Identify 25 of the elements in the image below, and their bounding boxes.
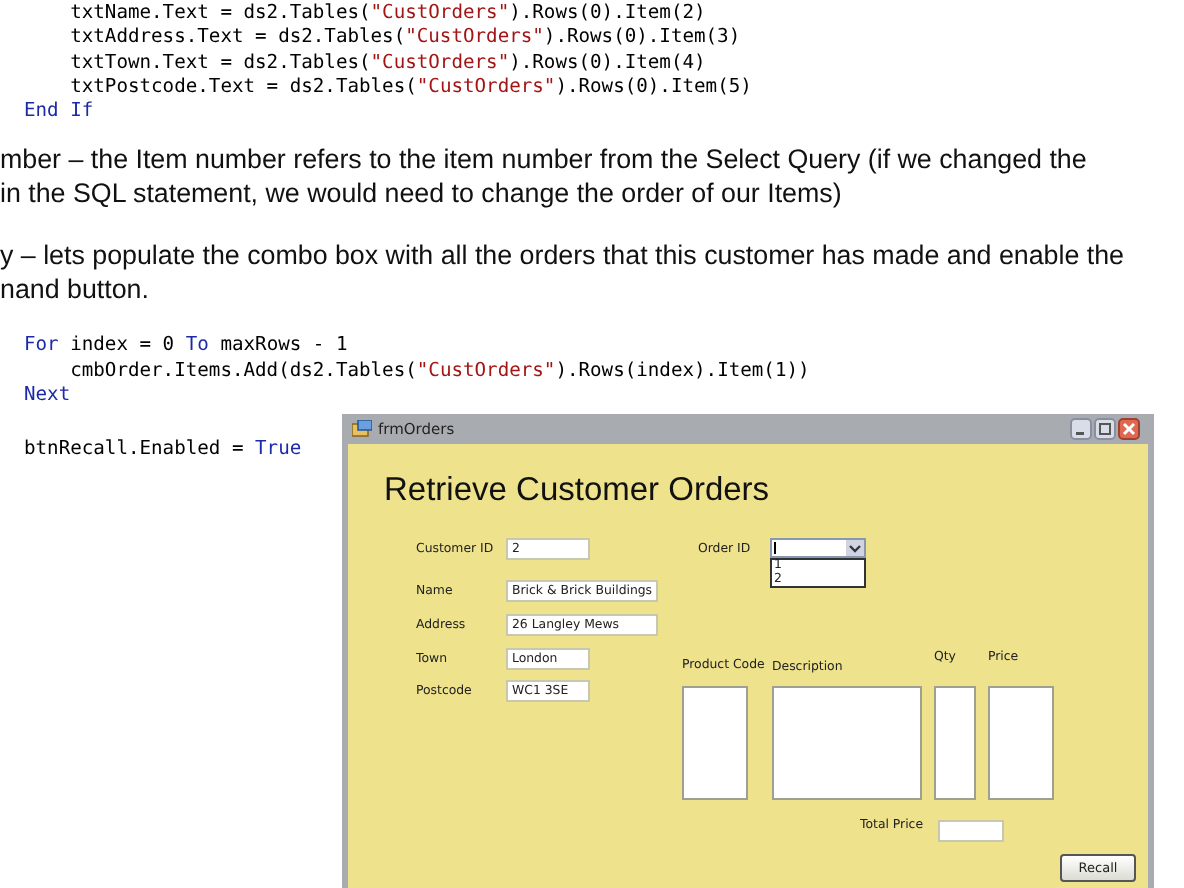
text-line: mber – the Item number refers to the item number from the Select Query (if we changed the	[0, 144, 1087, 178]
list-box[interactable]	[682, 686, 748, 801]
minimize-icon[interactable]	[1070, 418, 1092, 441]
list-box[interactable]	[772, 686, 922, 801]
form-heading: Retrieve Customer Orders	[384, 472, 770, 511]
form-icon	[352, 420, 372, 439]
maximize-icon[interactable]	[1094, 418, 1116, 441]
code-line: txtAddress.Text = ds2.Tables("CustOrders").Rows(0).Item(3)	[68, 26, 741, 52]
code-line: txtTown.Text = ds2.Tables("CustOrders").Rows(0).Item(4)	[68, 51, 706, 76]
total-price-field[interactable]	[938, 820, 1004, 843]
code-line: txtPostcode.Text = ds2.Tables("CustOrders").Rows(0).Item(5)	[68, 75, 752, 101]
code-line: txtName.Text = ds2.Tables("CustOrders").Rows(0).Item(2)	[68, 2, 706, 27]
dropdown-arrow-icon[interactable]	[846, 540, 864, 557]
code-line: btnRecall.Enabled = True	[24, 438, 302, 464]
order-dropdown[interactable]	[770, 538, 866, 559]
text-line: in the SQL statement, we would need to change the order of our Items)	[0, 177, 842, 211]
close-icon[interactable]	[1118, 418, 1140, 441]
text-line: nand button.	[0, 273, 149, 307]
code-line: cmbOrder.Items.Add(ds2.Tables("CustOrders").Rows(index).Item(1))	[68, 359, 810, 385]
list-box[interactable]	[988, 686, 1054, 801]
text-line: y – lets populate the combo box with all the orders that this customer has made and enable the	[0, 240, 1124, 274]
code-line: For index = 0 To maxRows - 1	[24, 334, 348, 360]
code-line: Next	[24, 384, 71, 409]
code-line: End If	[24, 100, 94, 125]
list-box[interactable]	[934, 686, 976, 801]
